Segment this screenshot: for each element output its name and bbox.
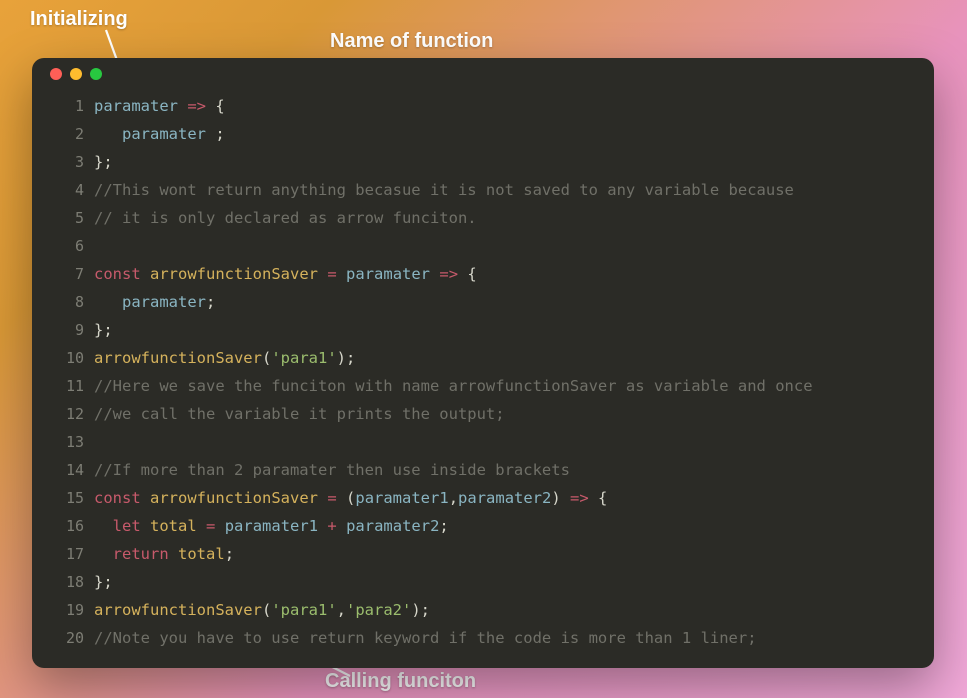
line-content: //If more than 2 paramater then use insi… xyxy=(94,456,570,484)
code-line: 3}; xyxy=(50,148,916,176)
code-line: 20 //Note you have to use return keyword … xyxy=(50,624,916,652)
line-content: paramater ; xyxy=(94,120,225,148)
line-number: 1 xyxy=(50,92,84,120)
line-number: 17 xyxy=(50,540,84,568)
line-content: paramater => { xyxy=(94,92,225,120)
line-content: }; xyxy=(94,316,113,344)
code-line: 17 return total; xyxy=(50,540,916,568)
line-number: 7 xyxy=(50,260,84,288)
line-content: }; xyxy=(94,148,113,176)
code-line: 14 //If more than 2 paramater then use in… xyxy=(50,456,916,484)
line-content: //we call the variable it prints the out… xyxy=(94,400,505,428)
line-number: 19 xyxy=(50,596,84,624)
line-content: arrowfunctionSaver('para1','para2'); xyxy=(94,596,430,624)
line-number: 5 xyxy=(50,204,84,232)
line-content: paramater; xyxy=(94,288,215,316)
code-line: 4 //This wont return anything becasue it … xyxy=(50,176,916,204)
line-number: 4 xyxy=(50,176,84,204)
code-line: 8 paramater; xyxy=(50,288,916,316)
line-number: 8 xyxy=(50,288,84,316)
code-editor-window: 1paramater => {2 paramater ;3};4//This w… xyxy=(32,58,934,668)
code-line: 5 // it is only declared as arrow funcito… xyxy=(50,204,916,232)
minimize-icon[interactable] xyxy=(70,68,82,80)
window-traffic-lights xyxy=(50,68,916,80)
label-initializing: Initializing xyxy=(30,8,128,31)
label-name-of-function: Name of function xyxy=(330,30,493,53)
line-number: 16 xyxy=(50,512,84,540)
code-line: 7 const arrowfunctionSaver = paramater =>… xyxy=(50,260,916,288)
close-icon[interactable] xyxy=(50,68,62,80)
line-content: //Here we save the funciton with name ar… xyxy=(94,372,813,400)
line-number: 15 xyxy=(50,484,84,512)
line-number: 18 xyxy=(50,568,84,596)
maximize-icon[interactable] xyxy=(90,68,102,80)
line-number: 13 xyxy=(50,428,84,456)
line-number: 12 xyxy=(50,400,84,428)
line-content: }; xyxy=(94,568,113,596)
code-line: 11 //Here we save the funciton with name … xyxy=(50,372,916,400)
label-calling-function: Calling funciton xyxy=(325,670,476,693)
code-line: 9}; xyxy=(50,316,916,344)
line-content: const arrowfunctionSaver = paramater => … xyxy=(94,260,477,288)
code-line: 12 //we call the variable it prints the o… xyxy=(50,400,916,428)
code-line: 19 arrowfunctionSaver('para1','para2'); xyxy=(50,596,916,624)
line-content: let total = paramater1 + paramater2; xyxy=(94,512,449,540)
line-number: 9 xyxy=(50,316,84,344)
line-content: // it is only declared as arrow funciton… xyxy=(94,204,477,232)
code-line: 15 const arrowfunctionSaver = (paramater1… xyxy=(50,484,916,512)
line-content xyxy=(94,428,103,456)
code-line: 1 paramater => { xyxy=(50,92,916,120)
code-line: 2 paramater ; xyxy=(50,120,916,148)
line-content: arrowfunctionSaver('para1'); xyxy=(94,344,355,372)
code-block: 1paramater => {2 paramater ;3};4//This w… xyxy=(50,92,916,652)
line-number: 14 xyxy=(50,456,84,484)
code-line: 10 arrowfunctionSaver('para1'); xyxy=(50,344,916,372)
line-number: 10 xyxy=(50,344,84,372)
line-content xyxy=(94,232,103,260)
line-number: 11 xyxy=(50,372,84,400)
line-content: return total; xyxy=(94,540,234,568)
line-number: 6 xyxy=(50,232,84,260)
code-line: 18}; xyxy=(50,568,916,596)
code-line: 16 let total = paramater1 + paramater2; xyxy=(50,512,916,540)
line-content: //This wont return anything becasue it i… xyxy=(94,176,794,204)
line-content: //Note you have to use return keyword if… xyxy=(94,624,757,652)
code-line: 13 xyxy=(50,428,916,456)
line-content: const arrowfunctionSaver = (paramater1,p… xyxy=(94,484,607,512)
line-number: 2 xyxy=(50,120,84,148)
line-number: 3 xyxy=(50,148,84,176)
line-number: 20 xyxy=(50,624,84,652)
code-line: 6 xyxy=(50,232,916,260)
